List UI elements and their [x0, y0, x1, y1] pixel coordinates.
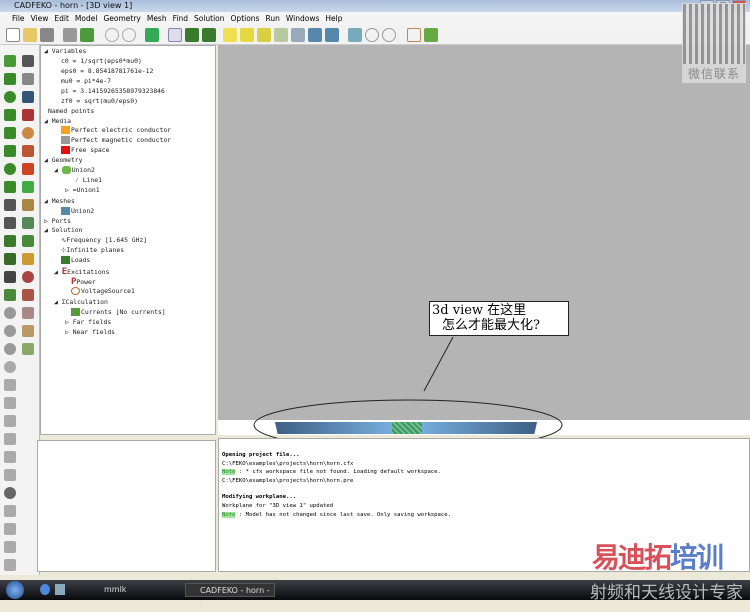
note-label: Note — [222, 469, 236, 476]
callout-pointer — [423, 336, 454, 392]
slogan-watermark: 射频和天线设计专家 — [590, 583, 743, 603]
callout-line: 3d view 在这里 — [432, 303, 527, 318]
message-text: : Model has not changed since last save.… — [235, 511, 452, 518]
message-line: C:\FEKO\examples\projects\horn\horn.pre — [222, 477, 354, 484]
note-label: Note — [222, 511, 236, 518]
task-label: CADFEKO - horn - [... — [200, 586, 270, 609]
task-label: mmlk — [104, 585, 127, 594]
ie-icon[interactable] — [40, 584, 50, 595]
annotation-callout: 3d view 在这里 怎么才能最大化? — [429, 301, 569, 336]
qr-code-icon — [683, 4, 745, 64]
message-line: Opening project file... — [222, 452, 300, 458]
taskbar-folder[interactable]: mmlk — [90, 583, 126, 597]
brand-watermark: 易迪拓培训 — [592, 536, 724, 576]
message-text: : * cfx workspace file not found. Loadin… — [235, 469, 441, 476]
taskbar-cadfeko[interactable]: CADFEKO - horn - [... — [185, 583, 275, 609]
brand-text: 培训 — [670, 541, 724, 574]
message-line: Modifying workplane... — [222, 494, 297, 501]
quicklaunch-icon[interactable] — [55, 584, 65, 595]
qr-code-watermark: 微信联系 — [682, 3, 746, 83]
message-line: Workplane for "3D view 1" updated — [222, 502, 334, 509]
message-line: C:\FEKO\examples\projects\horn\horn.cfx — [222, 460, 354, 467]
start-button[interactable] — [6, 581, 24, 599]
message-line: Note : * cfx workspace file not found. L… — [222, 468, 749, 477]
qr-caption: 微信联系 — [687, 67, 740, 81]
callout-line: 怎么才能最大化? — [442, 318, 540, 333]
brand-text: 易迪拓 — [592, 541, 672, 574]
message-line: Note : Model has not changed since last … — [222, 511, 749, 520]
